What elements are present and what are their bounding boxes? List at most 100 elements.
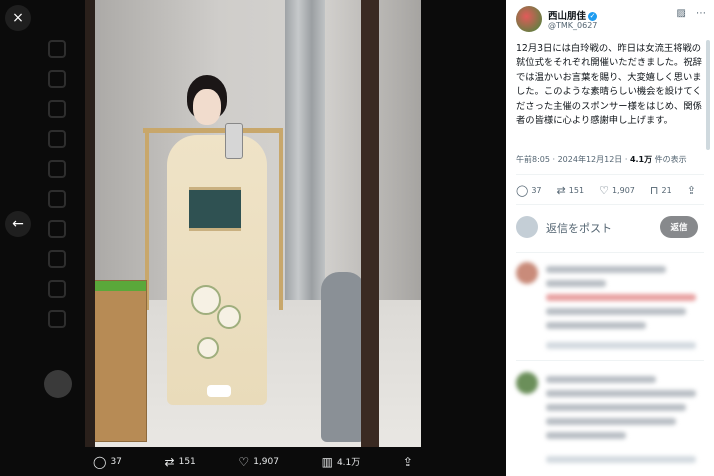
blurred-text [546, 322, 646, 329]
face [193, 89, 221, 125]
avatar [516, 372, 538, 394]
blurred-text [546, 308, 686, 315]
repost-count: 151 [178, 456, 196, 467]
blurred-text [546, 280, 606, 287]
blurred-text [546, 432, 626, 439]
avatar[interactable] [516, 6, 542, 32]
photo-rack-leg [279, 130, 283, 310]
grok-explain-icon[interactable]: ▨ [677, 8, 686, 19]
like-count: 1,907 [611, 186, 635, 195]
avatar [516, 262, 538, 284]
tweet-detail-panel: 西山朋佳 ✓ @TMK_0627 ▨ ⋯ 12月3日には白玲戦の、昨日は女流王将戦… [506, 0, 714, 476]
author-name[interactable]: 西山朋佳 ✓ [548, 8, 598, 22]
list-item[interactable] [516, 372, 696, 472]
scrollbar[interactable] [706, 40, 710, 150]
like-icon: ♡ [599, 184, 609, 197]
photo-box-stripe [90, 281, 146, 291]
repost-count: 151 [568, 186, 585, 195]
bookmarks-icon[interactable] [48, 190, 66, 208]
blurred-text [546, 456, 696, 463]
repost-button[interactable]: ⇄ 151 [557, 184, 585, 197]
kimono [167, 135, 267, 405]
repost-icon: ⇄ [556, 184, 566, 197]
reply-composer: 返信をポスト 返信 [516, 214, 706, 242]
blurred-text [546, 390, 696, 397]
premium-icon[interactable] [48, 250, 66, 268]
photo-share-action[interactable]: ⇪ [403, 455, 413, 469]
reply-count: 37 [531, 186, 542, 195]
views-count: 4.1万 [336, 458, 361, 468]
tweet-text: 12月3日には白玲戦の、昨日は女流王将戦の就位式をそれぞれ開催いただきました。祝… [516, 43, 702, 127]
photo-person [167, 75, 267, 405]
tweet-header: 西山朋佳 ✓ @TMK_0627 ▨ ⋯ [516, 6, 706, 34]
smartphone [225, 123, 243, 159]
like-count: 1,907 [253, 456, 279, 467]
close-icon[interactable]: × [5, 5, 31, 31]
more-options-icon[interactable]: ⋯ [696, 8, 706, 19]
obi [189, 187, 241, 231]
photo-views-action[interactable]: ▥ 4.1万 [322, 455, 361, 469]
views-icon: ▥ [321, 454, 333, 469]
notifications-icon[interactable] [48, 100, 66, 118]
reply-button[interactable]: ◯ 37 [516, 184, 542, 197]
divider [516, 174, 704, 175]
photo-like-action[interactable]: ♡ 1,907 [238, 455, 279, 469]
reply-submit-button[interactable]: 返信 [660, 216, 698, 238]
photo-reply-action[interactable]: ◯ 37 [93, 455, 122, 469]
photo-action-bar: ◯ 37 ⇄ 151 ♡ 1,907 ▥ 4.1万 ⇪ [85, 447, 421, 476]
reply-icon: ◯ [93, 454, 107, 469]
explore-icon[interactable] [48, 70, 66, 88]
back-icon[interactable]: ← [5, 211, 31, 237]
bookmark-button[interactable]: ⊓ 21 [650, 184, 672, 197]
kimono-flower [197, 337, 219, 359]
share-icon: ⇪ [686, 184, 696, 197]
blurred-text [546, 266, 666, 273]
header-icons: ▨ ⋯ [677, 8, 706, 19]
reply-count: 37 [110, 456, 122, 467]
tweet-views-label: 件の表示 [652, 155, 687, 164]
photo-chair [321, 272, 365, 442]
share-button[interactable]: ⇪ [687, 184, 696, 197]
verified-badge-icon: ✓ [588, 12, 598, 21]
tweet-views-count: 4.1万 [629, 155, 653, 164]
divider [516, 360, 704, 361]
divider [516, 204, 704, 205]
tweet-photo[interactable] [85, 0, 421, 447]
grok-icon[interactable] [48, 160, 66, 178]
communities-icon[interactable] [48, 220, 66, 238]
blurred-text [546, 404, 686, 411]
messages-icon[interactable] [48, 130, 66, 148]
mirror-frame-right [361, 0, 379, 447]
bookmark-count: 21 [661, 186, 672, 195]
tweet-timestamp[interactable]: 午前8:05 · 2024年12月12日 · [516, 155, 630, 164]
divider [516, 252, 704, 253]
tweet-meta: 午前8:05 · 2024年12月12日 · 4.1万 件の表示 [516, 154, 687, 165]
home-icon[interactable] [48, 40, 66, 58]
like-button[interactable]: ♡ 1,907 [599, 184, 635, 197]
photo-box [89, 280, 147, 442]
share-icon: ⇪ [402, 454, 413, 469]
mirror-frame-left [85, 0, 95, 447]
blurred-text [546, 342, 696, 349]
reply-icon: ◯ [516, 184, 529, 197]
compose-post-button[interactable] [44, 370, 72, 398]
bookmark-icon: ⊓ [649, 184, 659, 197]
photo-repost-action[interactable]: ⇄ 151 [165, 455, 196, 469]
kimono-flower [191, 285, 221, 315]
blurred-text [546, 418, 676, 425]
reply-input[interactable]: 返信をポスト [546, 220, 612, 236]
blurred-text [546, 376, 656, 383]
kimono-flower [217, 305, 241, 329]
list-item[interactable] [516, 262, 696, 352]
blurred-text [546, 294, 696, 301]
author-handle[interactable]: @TMK_0627 [548, 21, 597, 30]
tweet-stats: ◯ 37 ⇄ 151 ♡ 1,907 ⊓ 21 ⇪ [516, 184, 696, 197]
more-icon[interactable] [48, 310, 66, 328]
photo-curtain [285, 0, 325, 300]
profile-icon[interactable] [48, 280, 66, 298]
repost-icon: ⇄ [164, 454, 175, 469]
feet [207, 385, 231, 397]
dimmed-timeline [421, 0, 506, 476]
left-nav-rail [0, 0, 80, 476]
like-icon: ♡ [238, 454, 250, 469]
